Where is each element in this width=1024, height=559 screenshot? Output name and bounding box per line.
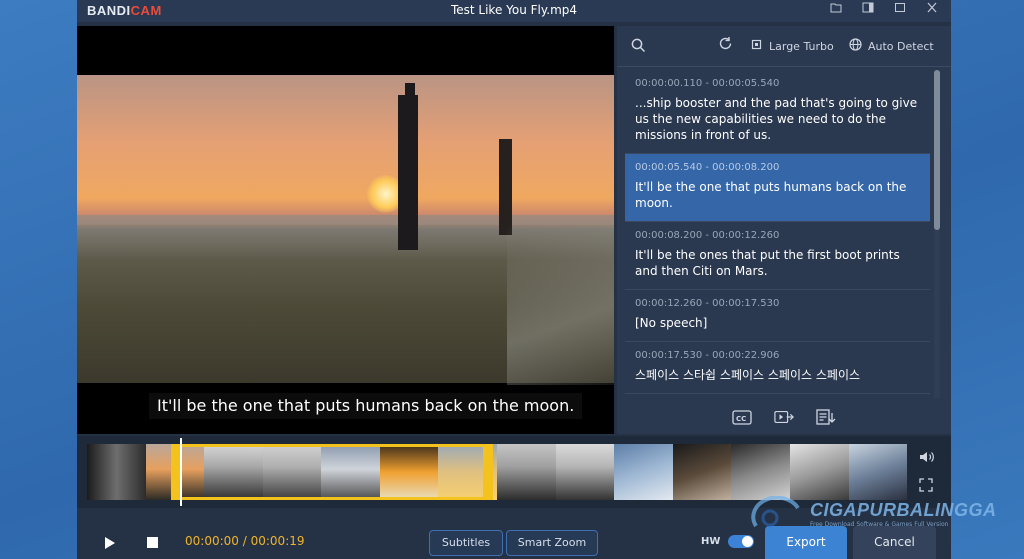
subtitle-segment[interactable]: 00:00:00.110 - 00:00:05.540 ...ship boos… <box>625 70 930 154</box>
smart-zoom-button[interactable]: Smart Zoom <box>506 530 598 556</box>
segment-text: ...ship booster and the pad that's going… <box>635 96 918 142</box>
road-graphic <box>507 225 614 385</box>
subtitle-segment[interactable]: 00:00:08.200 - 00:00:12.260 It'll be the… <box>625 222 930 290</box>
thumbnail-frame <box>848 444 908 500</box>
title-bar: BANDICAM Test Like You Fly.mp4 <box>77 0 951 22</box>
watermark-tagline: Free Download Software & Games Full Vers… <box>810 521 949 528</box>
playhead[interactable] <box>180 438 182 506</box>
timeline[interactable] <box>77 436 951 508</box>
trim-end-handle[interactable] <box>483 444 493 500</box>
video-caption: It'll be the one that puts humans back o… <box>149 393 583 419</box>
model-label: Large Turbo <box>769 39 834 53</box>
subtitle-segment-active[interactable]: 00:00:05.540 - 00:00:08.200 It'll be the… <box>625 154 930 222</box>
cc-icon[interactable]: CC <box>732 409 752 425</box>
folder-icon[interactable] <box>827 2 845 18</box>
launch-tower-graphic <box>398 95 418 250</box>
thumbnail-frame <box>497 444 556 500</box>
subtitle-panel: Large Turbo Auto Detect 00:00:00.110 - 0… <box>617 26 951 434</box>
thumbnail-frame <box>555 444 615 500</box>
chip-icon <box>750 38 763 54</box>
cancel-button[interactable]: Cancel <box>853 526 936 559</box>
segment-text: [No speech] <box>635 316 708 330</box>
trim-selection[interactable] <box>171 444 493 500</box>
language-label: Auto Detect <box>868 39 934 53</box>
play-icon[interactable] <box>104 535 116 554</box>
refresh-icon[interactable] <box>718 36 733 55</box>
bandicam-window: BANDICAM Test Like You Fly.mp4 It'll be … <box>77 0 951 559</box>
subtitle-scrollbar[interactable] <box>934 70 940 398</box>
globe-icon <box>849 38 862 54</box>
language-selector[interactable]: Auto Detect <box>849 38 934 54</box>
watermark-logo-icon <box>748 495 806 540</box>
total-time: 00:00:19 <box>250 534 305 548</box>
segment-time: 00:00:00.110 - 00:00:05.540 <box>635 78 780 89</box>
volume-icon[interactable] <box>919 450 935 468</box>
thumbnail-frame <box>789 444 849 500</box>
hw-label: HW <box>701 536 721 547</box>
video-preview[interactable]: It'll be the one that puts humans back o… <box>77 26 614 434</box>
thumbnail-frame <box>87 444 146 500</box>
segment-time: 00:00:08.200 - 00:00:12.260 <box>635 230 780 241</box>
subtitle-segment[interactable]: 00:00:12.260 - 00:00:17.530 [No speech] <box>625 290 930 342</box>
export-video-icon[interactable] <box>774 409 794 425</box>
video-frame-image: It'll be the one that puts humans back o… <box>77 75 614 419</box>
save-list-icon[interactable] <box>816 409 836 425</box>
stop-icon[interactable] <box>147 537 158 548</box>
subtitle-segment[interactable]: 00:00:17.530 - 00:00:22.906 스페이스 스타쉽 스페이… <box>625 342 930 394</box>
segment-text: 스페이스 스타쉽 스페이스 스페이스 스페이스 <box>635 368 861 382</box>
svg-text:CC: CC <box>736 415 746 423</box>
thumbnail-frame <box>672 444 732 500</box>
segment-time: 00:00:17.530 - 00:00:22.906 <box>635 350 780 361</box>
subtitle-actions: CC <box>617 400 951 434</box>
segment-time: 00:00:12.260 - 00:00:17.530 <box>635 298 780 309</box>
window-title: Test Like You Fly.mp4 <box>450 3 578 17</box>
timecode: 00:00:00 / 00:00:19 <box>185 534 305 548</box>
segment-text: It'll be the one that puts humans back o… <box>635 180 907 210</box>
watermark-text: CIGAPURBALINGGA <box>810 500 997 520</box>
search-icon[interactable] <box>631 38 646 57</box>
fit-timeline-icon[interactable] <box>919 478 933 496</box>
model-selector[interactable]: Large Turbo <box>750 38 834 54</box>
segment-time: 00:00:05.540 - 00:00:08.200 <box>635 162 780 173</box>
horizon-graphic <box>77 215 614 225</box>
thumbnail-frame <box>731 444 790 500</box>
close-icon[interactable] <box>923 2 941 18</box>
subtitle-toolbar: Large Turbo Auto Detect <box>617 26 951 67</box>
second-tower-graphic <box>499 139 512 235</box>
segment-text: It'll be the ones that put the first boo… <box>635 248 900 278</box>
subtitle-list: 00:00:00.110 - 00:00:05.540 ...ship boos… <box>625 70 930 398</box>
maximize-icon[interactable] <box>891 2 909 18</box>
scrollbar-thumb[interactable] <box>934 70 940 230</box>
time-separator: / <box>242 534 247 548</box>
current-time: 00:00:00 <box>185 534 239 548</box>
subtitles-button[interactable]: Subtitles <box>429 530 503 556</box>
thumbnail-frame <box>614 444 673 500</box>
window-controls <box>827 2 941 18</box>
layout-icon[interactable] <box>859 2 877 18</box>
